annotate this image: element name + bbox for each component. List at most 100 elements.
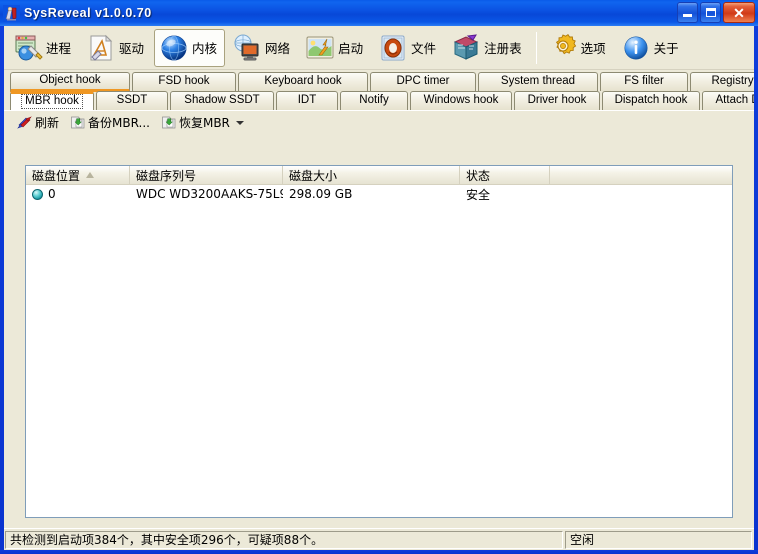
status-bar: 共检测到启动项384个，其中安全项296个，可疑项88个。 空闲 [4, 528, 754, 550]
driver-icon [86, 33, 116, 63]
backup-mbr-icon [70, 115, 85, 130]
status-message-panel: 共检测到启动项384个，其中安全项296个，可疑项88个。 [5, 530, 563, 549]
tab-fs-filter[interactable]: FS filter [600, 72, 688, 91]
client-area: 进程 驱动 内核 网络 启动 文件 注册表 选项 关于 Object hook … [4, 26, 754, 550]
tab-label: System thread [500, 75, 576, 88]
cell-status: 安全 [460, 186, 550, 203]
toolbar-label-options: 选项 [580, 41, 606, 56]
tab-label: Driver hook [527, 94, 587, 107]
column-label: 磁盘位置 [32, 168, 81, 183]
tab-shadow-ssdt[interactable]: Shadow SSDT [170, 91, 274, 110]
window-frame-right [754, 26, 758, 554]
toolbar-separator [535, 31, 537, 64]
toolbar-label-registry: 注册表 [484, 41, 522, 56]
title-bar: SysReveal v1.0.0.70 ✕ [0, 0, 758, 26]
options-gear-icon [548, 33, 578, 63]
tab-label: Object hook [39, 74, 101, 87]
tab-label: IDT [297, 94, 317, 107]
table-row[interactable]: 0 WDC WD3200AAKS-75L9A0 298.09 GB 安全 [26, 185, 732, 203]
refresh-button[interactable]: 刷新 [14, 113, 67, 133]
tab-label: FS filter [624, 75, 664, 88]
backup-mbr-button[interactable]: 备份MBR... [67, 113, 158, 133]
tab-dispatch-hook[interactable]: Dispatch hook [602, 91, 700, 110]
tab-dpc-timer[interactable]: DPC timer [370, 72, 476, 91]
column-label: 磁盘大小 [289, 168, 338, 183]
column-header-status[interactable]: 状态 [460, 166, 550, 184]
disk-list-view[interactable]: 磁盘位置 磁盘序列号 磁盘大小 状态 0 WDC WD3200AAKS-75L … [25, 165, 733, 518]
tab-mbr-hook[interactable]: MBR hook [10, 91, 94, 110]
application-window: SysReveal v1.0.0.70 ✕ 进程 驱动 内核 网络 启动 文件 … [0, 0, 758, 554]
tab-label: MBR hook [21, 94, 83, 109]
tab-idt[interactable]: IDT [276, 91, 338, 110]
disk-sphere-icon [32, 188, 43, 200]
file-icon [378, 33, 408, 63]
tab-keyboard-hook[interactable]: Keyboard hook [238, 72, 368, 91]
tab-label: Shadow SSDT [184, 94, 260, 107]
column-header-disk-size[interactable]: 磁盘大小 [283, 166, 460, 184]
network-icon [232, 33, 262, 63]
kernel-icon [159, 33, 189, 63]
tab-label: Registry filter [711, 75, 754, 88]
column-label: 磁盘序列号 [136, 168, 197, 183]
maximize-button[interactable] [700, 2, 721, 23]
tab-label: Dispatch hook [614, 94, 688, 107]
toolbar-item-driver[interactable]: 驱动 [81, 29, 152, 67]
column-header-disk-location[interactable]: 磁盘位置 [26, 166, 130, 184]
chevron-down-icon[interactable] [235, 120, 244, 125]
tab-ssdt[interactable]: SSDT [96, 91, 168, 110]
tab-notify[interactable]: Notify [340, 91, 408, 110]
tab-label: DPC timer [396, 75, 450, 88]
tab-object-hook[interactable]: Object hook [10, 72, 130, 92]
tab-label: Windows hook [423, 94, 499, 107]
maximize-icon [705, 8, 716, 17]
status-state-panel: 空闲 [565, 530, 752, 549]
cell-disk-serial: WDC WD3200AAKS-75L9A0 [130, 187, 283, 201]
cell-disk-location: 0 [26, 187, 130, 201]
about-info-icon [621, 33, 651, 63]
cell-text: 298.09 GB [289, 187, 353, 201]
toolbar-item-about[interactable]: 关于 [616, 29, 687, 67]
toolbar-label-driver: 驱动 [119, 41, 145, 56]
toolbar-item-registry[interactable]: 注册表 [446, 29, 530, 67]
tab-label: FSD hook [158, 75, 210, 88]
action-toolbar: 刷新 备份MBR... 恢复MBR [4, 110, 754, 134]
tab-driver-hook[interactable]: Driver hook [514, 91, 600, 110]
backup-mbr-label: 备份MBR... [88, 116, 150, 130]
toolbar-item-network[interactable]: 网络 [227, 29, 298, 67]
toolbar-label-startup: 启动 [338, 41, 364, 56]
toolbar-item-process[interactable]: 进程 [8, 29, 79, 67]
close-button[interactable]: ✕ [723, 2, 755, 23]
toolbar-item-file[interactable]: 文件 [373, 29, 444, 67]
tab-registry-filter[interactable]: Registry filter [690, 72, 754, 91]
tab-attach-device[interactable]: Attach Device [702, 91, 754, 110]
sort-ascending-icon [86, 172, 95, 178]
list-header-row: 磁盘位置 磁盘序列号 磁盘大小 状态 [26, 166, 732, 185]
window-title: SysReveal v1.0.0.70 [24, 6, 152, 20]
restore-mbr-button[interactable]: 恢复MBR [158, 113, 252, 133]
status-message: 共检测到启动项384个，其中安全项296个，可疑项88个。 [10, 533, 324, 547]
column-header-disk-serial[interactable]: 磁盘序列号 [130, 166, 283, 184]
refresh-label: 刷新 [35, 116, 60, 130]
tab-row-primary: Object hook FSD hook Keyboard hook DPC t… [10, 72, 754, 92]
toolbar-label-network: 网络 [265, 41, 291, 56]
tab-row-secondary: MBR hook SSDT Shadow SSDT IDT Notify Win… [10, 91, 754, 110]
minimize-button[interactable] [677, 2, 698, 23]
process-icon [13, 33, 43, 63]
startup-icon [305, 33, 335, 63]
cell-text: 0 [48, 187, 56, 201]
toolbar-item-kernel[interactable]: 内核 [154, 28, 226, 67]
column-header-filler [550, 166, 732, 184]
tab-label: Attach Device [715, 94, 754, 107]
tab-windows-hook[interactable]: Windows hook [410, 91, 512, 110]
toolbar-item-startup[interactable]: 启动 [300, 29, 371, 67]
toolbar-item-options[interactable]: 选项 [543, 29, 614, 67]
tab-fsd-hook[interactable]: FSD hook [132, 72, 236, 91]
main-toolbar: 进程 驱动 内核 网络 启动 文件 注册表 选项 关于 [4, 26, 754, 70]
tab-system-thread[interactable]: System thread [478, 72, 598, 91]
toolbar-label-process: 进程 [46, 41, 72, 56]
minimize-icon [683, 14, 692, 17]
column-label: 状态 [466, 168, 491, 183]
app-icon [3, 4, 20, 22]
tab-label: Notify [359, 94, 389, 107]
window-controls: ✕ [677, 2, 755, 23]
